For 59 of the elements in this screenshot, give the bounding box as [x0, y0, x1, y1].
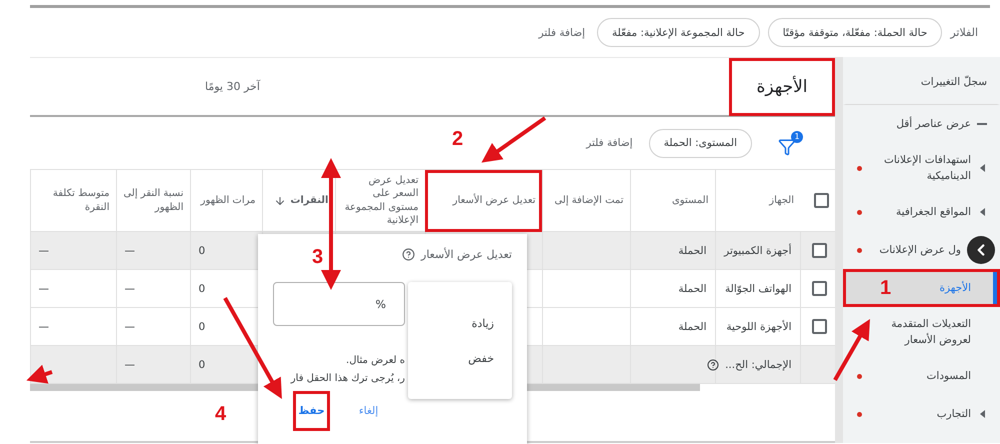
column-header[interactable]: تعديل عرض الأسعار — [425, 170, 542, 232]
table-cell: — — [38, 320, 49, 332]
annotation-arrow — [481, 116, 546, 163]
total-label: الإجمالي: الح... — [725, 358, 792, 370]
sidebar-item[interactable]: المسودات — [843, 357, 1000, 395]
sidebar-item[interactable]: التعديلات المتقدمة لعروض الأسعار — [843, 307, 1000, 357]
table-cell: 0 — [198, 320, 206, 332]
filter-chip[interactable]: حالة المجموعة الإعلانية: مفعّلة — [597, 18, 760, 47]
add-filter-link[interactable]: إضافة فلتر — [582, 137, 637, 149]
hint-text: ه لعرض مثال. ر، يُرجى ترك هذا الحقل فار — [290, 354, 405, 386]
row-checkbox[interactable] — [812, 243, 827, 258]
row-checkbox[interactable] — [812, 281, 827, 296]
expand-icon[interactable] — [980, 164, 984, 172]
table-cell: الحملة — [678, 244, 706, 256]
step-number: 3 — [312, 246, 324, 269]
table-cell: — — [38, 244, 49, 256]
table-cell: 0 — [198, 358, 206, 370]
table-cell: 0 — [198, 244, 206, 256]
select-all-checkbox[interactable] — [814, 193, 829, 208]
percent-input[interactable]: % — [273, 282, 405, 326]
table-cell: الحملة — [678, 282, 706, 294]
sort-icon — [274, 194, 286, 206]
filter-chip[interactable]: المستوى: الحملة — [648, 128, 752, 158]
help-icon[interactable] — [707, 358, 720, 370]
minus-icon — [977, 123, 987, 125]
table-cell: أجهزة الكمبيوتر — [724, 244, 792, 256]
table-cell: — — [124, 244, 135, 256]
table-cell: الهواتف الجوّالة — [725, 282, 792, 294]
step-number: 1 — [880, 277, 892, 299]
sidebar-toggle[interactable]: عرض عناصر أقل — [843, 105, 1000, 143]
menu-item[interactable]: زيادة — [408, 316, 512, 330]
expand-icon[interactable] — [980, 208, 984, 216]
filter-chip[interactable]: حالة الحملة: مفعّلة، متوقفة مؤقتًا — [768, 18, 942, 47]
page-title: الأجهزة — [729, 58, 835, 116]
table-cell: 0 — [198, 282, 206, 294]
expand-icon[interactable] — [980, 410, 984, 418]
step-number: 2 — [452, 128, 464, 151]
table-cell: — — [124, 282, 135, 294]
popup-title: تعديل عرض الأسعار — [421, 248, 512, 260]
collapse-button[interactable] — [967, 236, 995, 264]
row-checkbox[interactable] — [812, 319, 827, 334]
sidebar-item[interactable]: سجلّ التغييرات — [843, 57, 1000, 105]
table-cell: الحملة — [678, 320, 706, 332]
table-cell: — — [38, 282, 49, 294]
table-cell: — — [124, 320, 135, 332]
sidebar-item[interactable]: التجارب — [843, 395, 1000, 433]
help-icon[interactable] — [402, 248, 416, 260]
table-cell: — — [124, 358, 135, 370]
add-filter-link[interactable]: إضافة فلتر — [534, 26, 590, 38]
sidebar-item[interactable]: المواقع الجغرافية — [843, 193, 1000, 231]
filters-label: الفلاتر — [950, 26, 978, 39]
table-cell: الأجهزة اللوحية — [726, 320, 792, 332]
menu-item[interactable]: خفض — [408, 352, 512, 364]
date-range[interactable]: آخر 30 يومًا — [205, 80, 260, 93]
annotation-arrow — [833, 319, 870, 381]
sidebar-item[interactable]: ول عرض الإعلانات — [843, 231, 1000, 269]
step-number: 4 — [215, 403, 226, 426]
save-button[interactable]: حفظ — [293, 391, 330, 431]
sidebar-item[interactable]: استهدافات الإعلانات الديناميكية — [843, 143, 1000, 193]
